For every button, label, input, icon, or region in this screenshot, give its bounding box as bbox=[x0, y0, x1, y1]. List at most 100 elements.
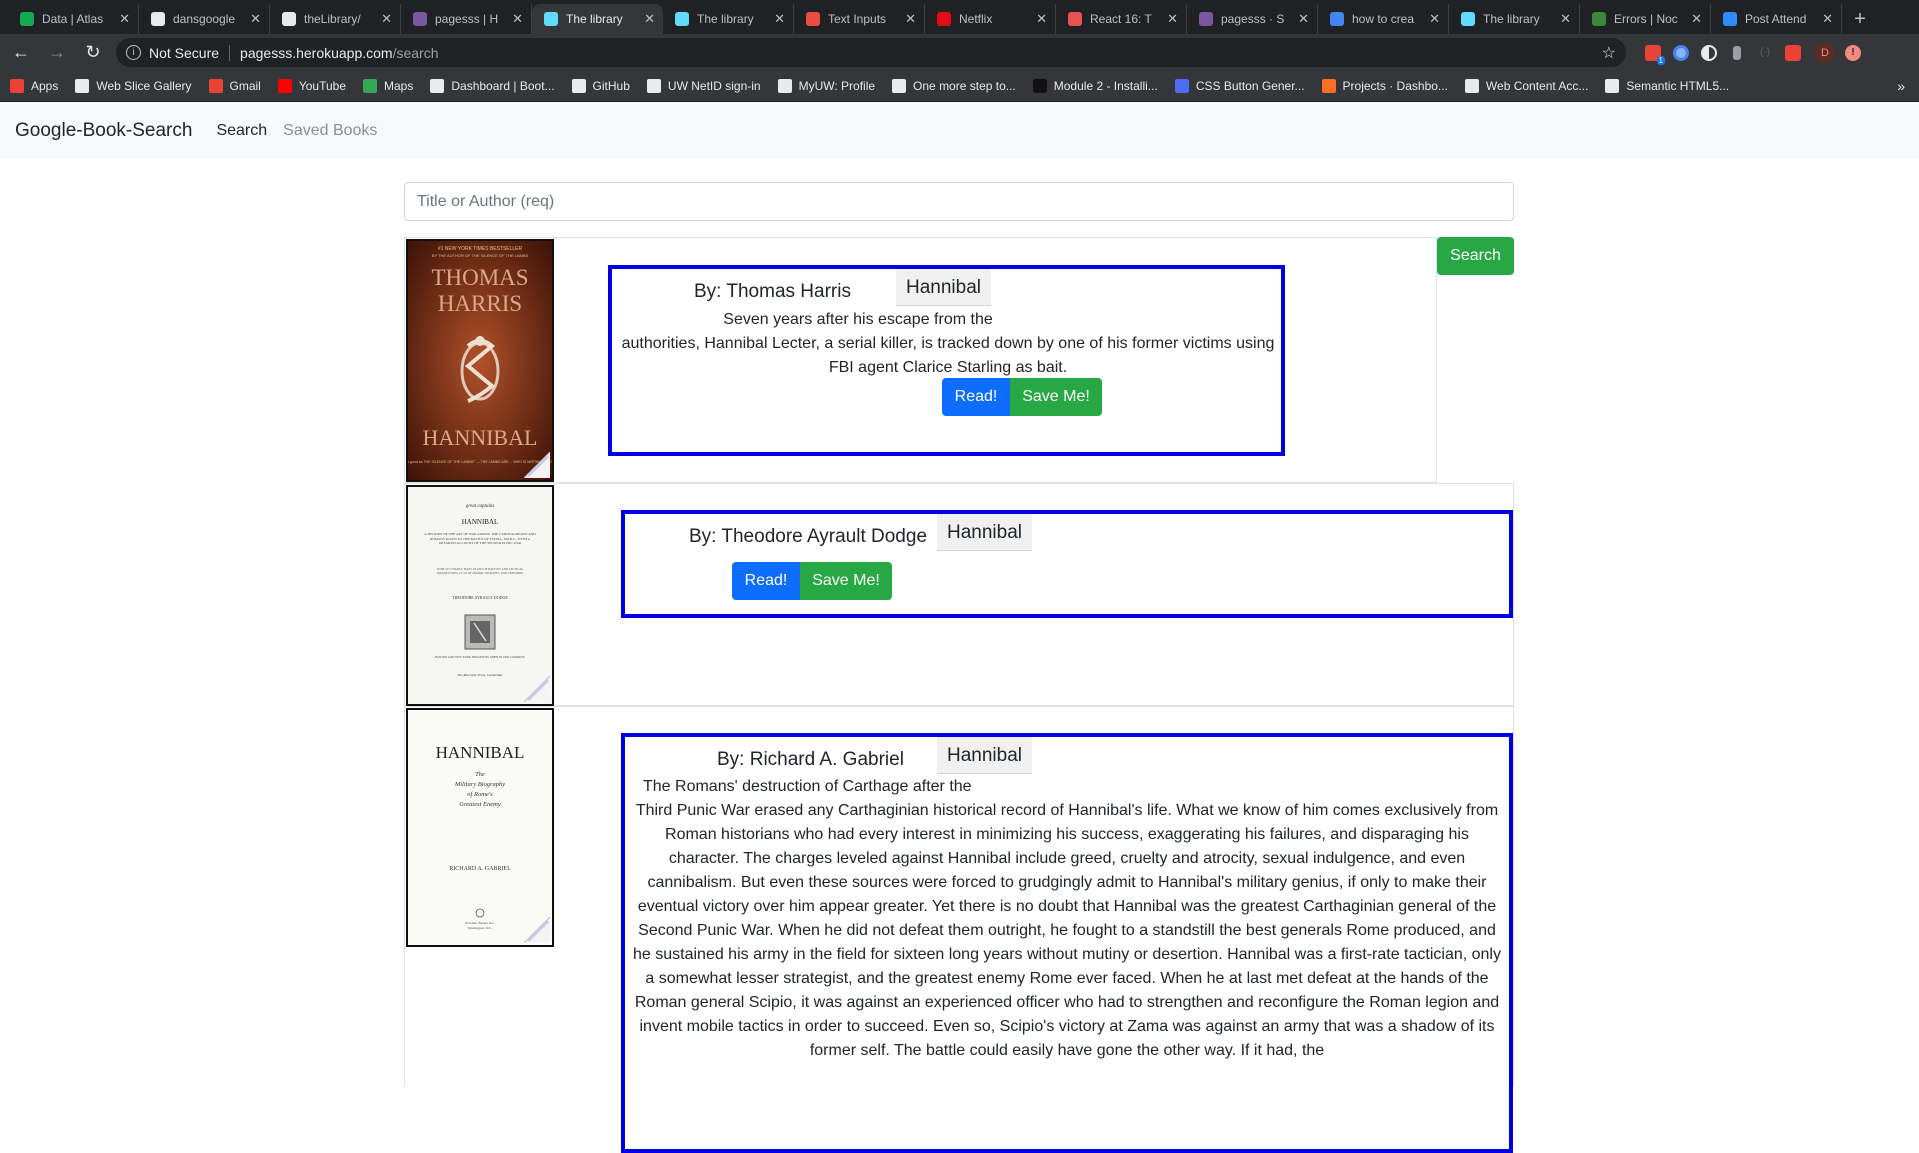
bookmark-item[interactable]: GitHub bbox=[571, 79, 630, 93]
browser-tab[interactable]: how to crea ✕ bbox=[1318, 4, 1449, 34]
browser-tab[interactable]: The library ✕ bbox=[1449, 4, 1580, 34]
address-bar[interactable]: i Not Secure pagesss.herokuapp.com/searc… bbox=[116, 38, 1626, 67]
tab-close-icon[interactable]: ✕ bbox=[1691, 11, 1702, 27]
extension-puzzle-icon[interactable]: 1 bbox=[1640, 40, 1666, 66]
bookmark-item[interactable]: Projects · Dashbo... bbox=[1321, 79, 1448, 93]
bookmark-star-icon[interactable]: ☆ bbox=[1602, 43, 1616, 63]
cover-series: great captains bbox=[466, 504, 495, 509]
bookmark-item[interactable]: Module 2 - Installi... bbox=[1032, 79, 1158, 93]
engraving-emblem-icon bbox=[464, 614, 496, 650]
heroku-icon bbox=[1199, 12, 1213, 26]
bookmark-item[interactable]: Maps bbox=[363, 79, 413, 93]
page-curl-icon bbox=[524, 676, 550, 702]
browser-tab[interactable]: Errors | Noc ✕ bbox=[1580, 4, 1711, 34]
nav-search-link[interactable]: Search bbox=[216, 122, 267, 140]
browser-tab-label: React 16: T bbox=[1090, 12, 1152, 26]
extension-half-circle-icon[interactable] bbox=[1696, 40, 1722, 66]
book-title: Hannibal bbox=[937, 737, 1032, 774]
github-icon bbox=[571, 79, 586, 93]
tab-close-icon[interactable]: ✕ bbox=[1036, 11, 1047, 27]
browser-tab[interactable]: pagesss | H ✕ bbox=[401, 4, 532, 34]
save-button[interactable]: Save Me! bbox=[1010, 378, 1102, 416]
save-button[interactable]: Save Me! bbox=[800, 562, 892, 600]
tab-close-icon[interactable]: ✕ bbox=[905, 11, 916, 27]
browser-tab[interactable]: dansgoogle ✕ bbox=[139, 4, 270, 34]
book-cover[interactable]: HANNIBAL The Military Biography of Rome'… bbox=[406, 708, 554, 947]
bookmark-item[interactable]: MyUW: Profile bbox=[777, 79, 875, 93]
new-tab-button[interactable]: + bbox=[1842, 4, 1878, 34]
update-alert-icon[interactable]: ! bbox=[1840, 40, 1866, 66]
browser-tab-label: dansgoogle bbox=[173, 12, 236, 26]
browser-tab[interactable]: React 16: T ✕ bbox=[1056, 4, 1187, 34]
browser-tab[interactable]: theLibrary/ ✕ bbox=[270, 4, 401, 34]
back-icon[interactable]: ← bbox=[6, 38, 36, 68]
bookmark-item[interactable]: Web Content Acc... bbox=[1464, 79, 1588, 93]
book-cover[interactable]: #1 NEW YORK TIMES BESTSELLER BY THE AUTH… bbox=[406, 239, 554, 482]
site-info-icon[interactable]: i bbox=[126, 45, 141, 60]
bookmark-label: Apps bbox=[31, 79, 59, 93]
bookmark-item[interactable]: One more step to... bbox=[892, 79, 1016, 93]
tab-close-icon[interactable]: ✕ bbox=[381, 11, 392, 27]
extension-blue-circle-icon[interactable] bbox=[1668, 40, 1694, 66]
tab-close-icon[interactable]: ✕ bbox=[1822, 11, 1833, 27]
url-host: pagesss.herokuapp.com bbox=[240, 44, 393, 61]
browser-tab[interactable]: The library ✕ bbox=[663, 4, 794, 34]
tab-close-icon[interactable]: ✕ bbox=[1167, 11, 1178, 27]
browser-tab[interactable]: pagesss · S ✕ bbox=[1187, 4, 1318, 34]
bookmarks-overflow-icon[interactable]: » bbox=[1897, 78, 1905, 94]
extension-dim-icon[interactable]: (·) bbox=[1752, 40, 1778, 66]
book-author: By: Theodore Ayrault Dodge bbox=[689, 526, 928, 547]
youtube-icon bbox=[277, 79, 292, 93]
tab-close-icon[interactable]: ✕ bbox=[774, 11, 785, 27]
app-brand[interactable]: Google-Book-Search bbox=[15, 120, 192, 142]
bookmark-item[interactable]: Gmail bbox=[208, 79, 261, 93]
read-button[interactable]: Read! bbox=[732, 562, 800, 600]
mui-icon bbox=[806, 12, 820, 26]
extension-tool-icon[interactable] bbox=[1780, 40, 1806, 66]
bookmark-item[interactable]: UW NetID sign-in bbox=[646, 79, 761, 93]
react-icon bbox=[1461, 12, 1475, 26]
tab-close-icon[interactable]: ✕ bbox=[1560, 11, 1571, 27]
tab-close-icon[interactable]: ✕ bbox=[644, 11, 655, 27]
tab-close-icon[interactable]: ✕ bbox=[1298, 11, 1309, 27]
bookmarks-bar: Apps Web Slice Gallery Gmail YouTube Maps Das… bbox=[0, 71, 1919, 102]
cover-author: RICHARD A. GABRIEL bbox=[449, 866, 511, 872]
bookmark-item[interactable]: CSS Button Gener... bbox=[1174, 79, 1305, 93]
read-button[interactable]: Read! bbox=[942, 378, 1010, 416]
search-button[interactable]: Search bbox=[1437, 237, 1514, 275]
bookmark-label: Maps bbox=[384, 79, 414, 93]
bookmark-item[interactable]: Semantic HTML5... bbox=[1605, 79, 1729, 93]
cover-title: HANNIBAL bbox=[462, 518, 499, 526]
browser-tab[interactable]: Post Attend ✕ bbox=[1711, 4, 1842, 34]
module-icon bbox=[1032, 79, 1047, 93]
reload-icon[interactable]: ↻ bbox=[78, 38, 108, 68]
browser-tab[interactable]: Netflix ✕ bbox=[925, 4, 1056, 34]
book-result-card: HANNIBAL The Military Biography of Rome'… bbox=[404, 706, 1514, 1153]
heroku-icon bbox=[413, 12, 427, 26]
bookmark-label: UW NetID sign-in bbox=[667, 79, 761, 93]
node-icon bbox=[1592, 12, 1606, 26]
forward-icon[interactable]: → bbox=[42, 38, 72, 68]
bootcamp-icon bbox=[430, 79, 445, 93]
github-icon bbox=[151, 12, 165, 26]
browser-tab[interactable]: Data | Atlas ✕ bbox=[8, 4, 139, 34]
browser-tab[interactable]: The library ✕ bbox=[532, 4, 663, 34]
book-cover[interactable]: great captains HANNIBAL A HISTORY OF THE… bbox=[406, 485, 554, 706]
tab-close-icon[interactable]: ✕ bbox=[512, 11, 523, 27]
search-input[interactable] bbox=[404, 182, 1514, 221]
tab-close-icon[interactable]: ✕ bbox=[119, 11, 130, 27]
bookmark-item[interactable]: Dashboard | Boot... bbox=[430, 79, 555, 93]
bookmark-item[interactable]: YouTube bbox=[277, 79, 346, 93]
react-icon bbox=[675, 12, 689, 26]
bookmark-label: Gmail bbox=[229, 79, 261, 93]
browser-tab[interactable]: Text Inputs ✕ bbox=[794, 4, 925, 34]
cover-subtitle-2: Military Biography bbox=[454, 781, 505, 788]
profile-avatar[interactable]: D bbox=[1812, 40, 1838, 66]
browser-tab-label: Text Inputs bbox=[828, 12, 887, 26]
tab-close-icon[interactable]: ✕ bbox=[1429, 11, 1440, 27]
bookmark-item[interactable]: Apps bbox=[10, 79, 58, 93]
nav-saved-books-link[interactable]: Saved Books bbox=[283, 122, 377, 140]
tab-close-icon[interactable]: ✕ bbox=[250, 11, 261, 27]
extension-grey-icon[interactable] bbox=[1724, 40, 1750, 66]
bookmark-item[interactable]: Web Slice Gallery bbox=[75, 79, 192, 93]
